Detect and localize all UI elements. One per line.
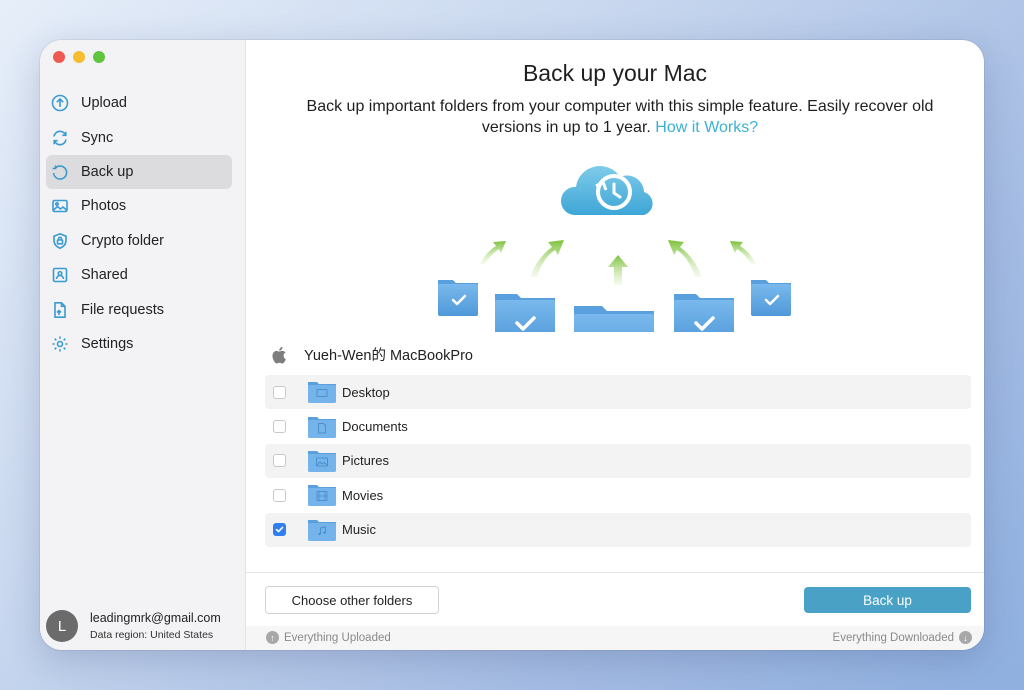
- sidebar-item-back-up[interactable]: Back up: [46, 154, 232, 190]
- folder-checkbox[interactable]: [273, 488, 286, 502]
- folders-icon: [438, 280, 791, 332]
- page-title: Back up your Mac: [522, 60, 708, 86]
- upload-status: ↑ Everything Uploaded: [266, 631, 391, 644]
- zoom-window-button[interactable]: [93, 51, 105, 63]
- sidebar: Upload Sync Back up Photos Crypto folder…: [40, 40, 246, 650]
- sidebar-item-label: Crypto folder: [81, 232, 165, 249]
- folder-checkbox[interactable]: [273, 523, 286, 537]
- back-up-button[interactable]: Back up: [804, 587, 971, 613]
- sidebar-item-settings[interactable]: Settings: [46, 327, 232, 361]
- close-window-button[interactable]: [53, 51, 65, 63]
- folder-row-music[interactable]: Music: [265, 512, 971, 547]
- documents-folder-icon: [308, 416, 336, 438]
- backup-illustration: [438, 165, 791, 332]
- sidebar-item-label: Back up: [81, 163, 134, 180]
- folder-checkbox[interactable]: [273, 420, 286, 434]
- sidebar-item-sync[interactable]: Sync: [46, 120, 232, 154]
- sidebar-item-file-requests[interactable]: File requests: [46, 292, 232, 326]
- sidebar-item-shared[interactable]: Shared: [46, 258, 232, 292]
- pictures-folder-icon: [308, 450, 336, 472]
- divider: [246, 572, 984, 573]
- sidebar-nav: Upload Sync Back up Photos Crypto folder…: [46, 86, 232, 361]
- folder-label: Music: [342, 522, 376, 538]
- download-status-icon: ↓: [959, 631, 972, 644]
- upload-status-icon: ↑: [266, 631, 279, 644]
- settings-icon: [51, 335, 69, 353]
- download-status-text: Everything Downloaded: [832, 631, 954, 644]
- sidebar-item-label: Photos: [81, 198, 127, 215]
- sidebar-item-crypto-folder[interactable]: Crypto folder: [46, 224, 232, 258]
- sync-icon: [51, 129, 69, 147]
- page-subtitle: Back up important folders from your comp…: [276, 96, 964, 138]
- arrows-icon: [480, 240, 756, 285]
- apple-logo-icon: [272, 346, 286, 363]
- subtitle-text: Back up important folders from your comp…: [306, 98, 934, 136]
- upload-status-text: Everything Uploaded: [284, 631, 391, 644]
- sidebar-item-label: Upload: [81, 95, 127, 112]
- account-email: leadingmrk@gmail.com: [90, 611, 221, 625]
- download-status: Everything Downloaded ↓: [833, 631, 972, 644]
- sidebar-item-label: File requests: [81, 301, 165, 318]
- upload-icon: [51, 94, 69, 112]
- minimize-window-button[interactable]: [73, 51, 85, 63]
- status-bar: ↑ Everything Uploaded Everything Downloa…: [246, 626, 984, 650]
- sidebar-item-label: Settings: [81, 335, 134, 352]
- account-text: leadingmrk@gmail.com Data region: United…: [90, 611, 221, 641]
- folder-checkbox[interactable]: [273, 385, 286, 399]
- folder-label: Movies: [342, 487, 384, 503]
- sidebar-item-label: Shared: [81, 267, 128, 284]
- crypto-folder-icon: [51, 232, 69, 250]
- file-requests-icon: [51, 301, 69, 319]
- folder-row-desktop[interactable]: Desktop: [265, 375, 971, 410]
- checkmark-icon: [275, 526, 284, 533]
- avatar[interactable]: L: [46, 610, 78, 642]
- music-folder-icon: [308, 519, 336, 541]
- device-name: Yueh-Wen的 MacBookPro: [304, 348, 473, 364]
- folder-row-movies[interactable]: Movies: [265, 478, 971, 512]
- cloud-sync-icon: [560, 165, 653, 215]
- backup-icon: [51, 163, 69, 181]
- main-panel: Back up your Mac Back up important folde…: [246, 40, 984, 650]
- sidebar-item-photos[interactable]: Photos: [46, 189, 232, 223]
- device-header: Yueh-Wen的 MacBookPro: [270, 344, 473, 365]
- folder-label: Pictures: [342, 453, 389, 469]
- photos-icon: [51, 197, 69, 215]
- movies-folder-icon: [308, 485, 336, 507]
- shared-icon: [51, 266, 69, 284]
- how-it-works-link[interactable]: How it Works?: [655, 119, 758, 136]
- folder-label: Documents: [342, 419, 408, 435]
- folder-list: Desktop Documents Pictures Movies Music: [265, 375, 971, 547]
- account-region: Data region: United States: [90, 629, 214, 641]
- app-window: Upload Sync Back up Photos Crypto folder…: [40, 40, 984, 650]
- sidebar-item-upload[interactable]: Upload: [46, 86, 232, 120]
- choose-other-folders-button[interactable]: Choose other folders: [265, 586, 439, 614]
- window-controls: [53, 51, 105, 63]
- folder-row-documents[interactable]: Documents: [265, 409, 971, 443]
- account-info[interactable]: L leadingmrk@gmail.com Data region: Unit…: [46, 610, 221, 642]
- folder-row-pictures[interactable]: Pictures: [265, 443, 971, 479]
- desktop-folder-icon: [308, 382, 336, 404]
- folder-label: Desktop: [342, 384, 390, 400]
- folder-checkbox[interactable]: [273, 454, 286, 468]
- sidebar-item-label: Sync: [81, 129, 114, 146]
